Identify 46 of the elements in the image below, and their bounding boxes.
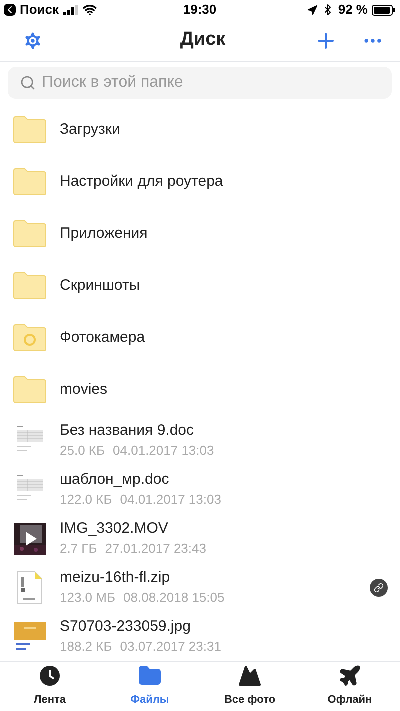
window-title: Диск [180, 28, 226, 52]
mountain-icon [238, 664, 262, 688]
battery-percent: 92 % [338, 1, 368, 20]
camera-folder-icon [13, 324, 47, 352]
file-name[interactable]: IMG_3302.MOV [60, 520, 392, 538]
file-size: 2.7 ГБ [60, 541, 98, 558]
tab-button[interactable]: Файлы [100, 662, 200, 711]
file-name[interactable]: Без названия 9.doc [60, 422, 392, 440]
clock-icon [38, 664, 62, 688]
file-name[interactable]: meizu-16th-fl.zip [60, 568, 370, 588]
signal-icon [63, 5, 80, 15]
folder-name[interactable]: Скриншоты [60, 276, 392, 296]
back-icon[interactable] [4, 4, 16, 16]
file-date: 04.01.2017 13:03 [113, 443, 214, 460]
wifi-icon [83, 3, 98, 17]
file-size: 123.0 МБ [60, 590, 116, 606]
status-time: 19:30 [183, 1, 217, 20]
battery-icon [372, 4, 396, 16]
folder-name[interactable]: Приложения [60, 224, 392, 244]
file-name[interactable]: шаблон_мр.doc [60, 470, 392, 490]
back-label[interactable]: Поиск [20, 0, 60, 20]
file-name[interactable]: S70703-233059.jpg [60, 618, 392, 636]
folder-name[interactable]: movies [60, 380, 392, 400]
file-date: 08.08.2018 15:05 [124, 590, 225, 606]
file-date: 03.07.2017 23:31 [120, 639, 222, 656]
folder-icon [13, 220, 47, 248]
folder-name[interactable]: Настройки для роутера [60, 172, 392, 192]
file-date: 27.01.2017 23:43 [105, 541, 206, 558]
file-date: 04.01.2017 13:03 [120, 492, 222, 508]
folder-icon [13, 168, 47, 196]
location-icon [307, 4, 318, 16]
folder-icon [13, 376, 47, 404]
tab-button[interactable]: Лента [0, 662, 100, 711]
folder-name[interactable]: Фотокамера [60, 328, 392, 348]
zip-file-icon [17, 570, 43, 604]
folder-icon [13, 272, 47, 300]
file-size: 122.0 КБ [60, 492, 112, 508]
search-field[interactable]: Поиск в этой папке [8, 67, 392, 99]
file-size: 188.2 КБ [60, 639, 112, 656]
tab-button[interactable]: Офлайн [300, 662, 400, 711]
tab-button[interactable]: Все фото [200, 662, 300, 711]
folder-name[interactable]: Загрузки [60, 120, 392, 140]
airplane-icon [338, 664, 362, 688]
search-icon [20, 75, 36, 91]
folder-icon [13, 116, 47, 144]
file-size: 25.0 КБ [60, 443, 106, 460]
